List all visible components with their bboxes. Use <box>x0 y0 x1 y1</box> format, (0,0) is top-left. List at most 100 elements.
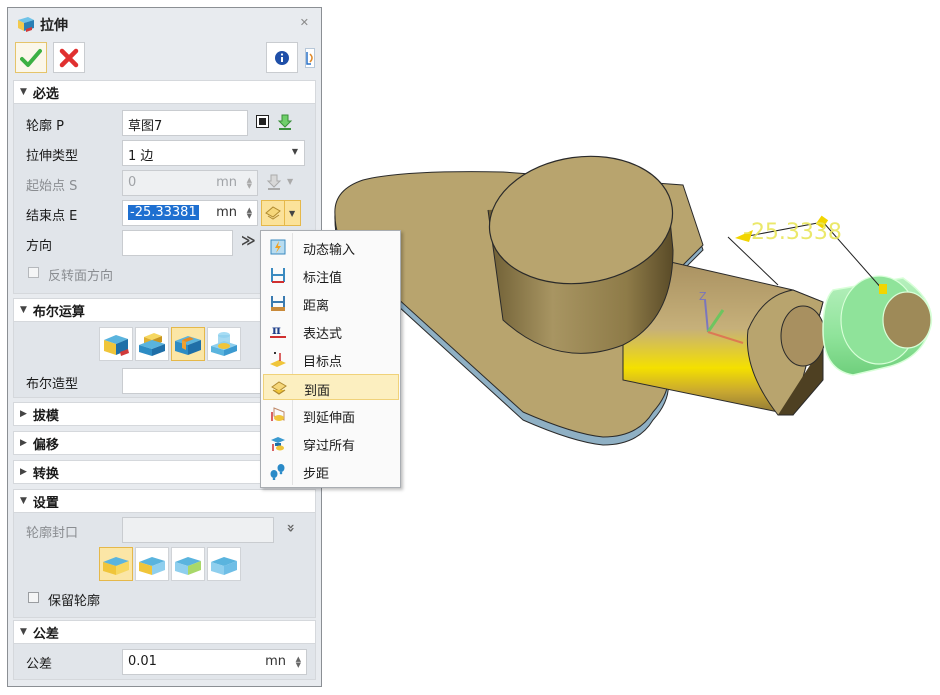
spinner-icon[interactable]: ▲ ▼ <box>296 656 301 669</box>
double-chevron-down-icon[interactable]: ≫ <box>241 233 256 249</box>
section-settings-body: 轮廓封口 » 保留轮廓 <box>13 513 316 618</box>
3d-viewport[interactable]: Z -25.3338 <box>323 0 940 695</box>
cap-start-button[interactable] <box>135 547 169 581</box>
tolerance-label: 公差 <box>26 657 53 672</box>
chevron-down-icon: ▼ <box>289 209 296 218</box>
help-side-button[interactable] <box>305 48 315 68</box>
section-tolerance: ▼ 公差 公差 0.01 mn ▲ ▼ <box>13 620 316 680</box>
boolean-subtract-icon <box>175 336 201 355</box>
select-copy-icon[interactable] <box>256 115 269 128</box>
expand-triangle-icon: ▼ <box>20 305 27 315</box>
help-book-icon <box>306 52 313 65</box>
end-option-dropdown[interactable]: ▼ <box>285 200 301 226</box>
step-footprints-icon <box>270 464 285 480</box>
profile-cap-input[interactable] <box>122 517 274 543</box>
section-settings-header[interactable]: ▼ 设置 <box>13 489 316 513</box>
collapse-triangle-icon: ▶ <box>20 438 27 448</box>
section-tolerance-body: 公差 0.01 mn ▲ ▼ <box>13 644 316 680</box>
collapse-triangle-icon: ▶ <box>20 409 27 419</box>
menu-item-label: 目标点 <box>303 355 343 370</box>
boolean-add-button[interactable] <box>135 327 169 361</box>
boolean-subtract-button[interactable] <box>171 327 205 361</box>
red-x-icon <box>59 48 79 67</box>
tolerance-input[interactable]: 0.01 mn ▲ ▼ <box>122 649 307 675</box>
section-settings: ▼ 设置 轮廓封口 » 保留轮廓 <box>13 489 316 618</box>
distance-icon <box>271 296 285 311</box>
tolerance-unit: mn <box>265 654 286 669</box>
spinner-icon[interactable]: ▲ ▼ <box>247 207 252 220</box>
section-tolerance-header[interactable]: ▼ 公差 <box>13 620 316 644</box>
section-title: 必选 <box>32 86 59 102</box>
expand-triangle-icon: ▼ <box>20 87 27 97</box>
cap-none-button[interactable] <box>207 547 241 581</box>
expand-triangle-icon: ▼ <box>20 627 27 637</box>
profile-cap-label: 轮廓封口 <box>26 526 79 541</box>
model-canvas[interactable]: Z <box>323 0 940 695</box>
start-point-option-icon[interactable] <box>265 173 283 191</box>
reverse-face-checkbox[interactable] <box>28 267 39 278</box>
direction-input[interactable] <box>122 230 233 256</box>
end-option-menu: 动态输入 标注值 距离 π 表达式 目标点 到面 到延伸面 穿过所有 步距 <box>260 230 401 488</box>
close-x-icon[interactable]: ✕ <box>300 16 309 29</box>
section-required-header[interactable]: ▼ 必选 <box>13 80 316 104</box>
boolean-add-icon <box>139 333 165 356</box>
menu-item-label: 表达式 <box>303 327 343 342</box>
boolean-shape-input[interactable] <box>122 368 262 394</box>
end-point-unit: mn <box>216 205 237 220</box>
dimension-value-icon <box>271 268 285 283</box>
ok-button[interactable] <box>15 42 47 73</box>
pick-download-icon[interactable] <box>276 113 294 131</box>
start-point-dropdown-icon[interactable]: ▼ <box>287 177 293 186</box>
start-point-row: 起始点 S 0 mn ▲ ▼ ▼ <box>14 170 315 196</box>
profile-row: 轮廓 P 草图7 <box>14 110 315 136</box>
section-title: 偏移 <box>32 437 59 453</box>
end-point-label: 结束点 E <box>26 209 78 224</box>
cap-both-button[interactable] <box>99 547 133 581</box>
start-point-input[interactable]: 0 mn ▲ ▼ <box>122 170 258 196</box>
tolerance-value: 0.01 <box>128 654 157 669</box>
keep-profile-label: 保留轮廓 <box>48 594 101 609</box>
menu-item-label: 到面 <box>304 384 331 399</box>
keep-profile-checkbox[interactable] <box>28 592 39 603</box>
start-point-label: 起始点 S <box>26 179 78 194</box>
dimension-handle <box>879 284 887 294</box>
section-title: 转换 <box>32 466 59 482</box>
menu-item-step[interactable]: 步距 <box>263 458 399 484</box>
cap-end-button[interactable] <box>171 547 205 581</box>
menu-item-label: 标注值 <box>303 271 343 286</box>
menu-item-distance[interactable]: 距离 <box>263 290 399 316</box>
menu-item-label: 穿过所有 <box>303 439 356 454</box>
extrude-type-value: 1 边 <box>128 149 154 164</box>
expression-pi-icon: π <box>270 323 286 338</box>
stub-cylinder <box>780 305 826 367</box>
preview-extrusion-end <box>882 291 932 349</box>
boolean-base-button[interactable] <box>99 327 133 361</box>
menu-item-expression[interactable]: π 表达式 <box>263 318 399 344</box>
info-button[interactable] <box>266 42 298 73</box>
to-face-icon <box>265 206 281 220</box>
profile-label: 轮廓 P <box>26 119 64 134</box>
menu-item-label: 步距 <box>303 467 330 482</box>
section-title: 公差 <box>32 626 59 642</box>
menu-item-to-extended-face[interactable]: 到延伸面 <box>263 402 399 428</box>
menu-item-through-all[interactable]: 穿过所有 <box>263 430 399 456</box>
panel-title: 拉伸 <box>40 18 68 34</box>
svg-text:π: π <box>272 323 281 337</box>
menu-item-to-face[interactable]: 到面 <box>263 374 399 400</box>
dimension-label[interactable]: -25.3338 <box>743 220 842 245</box>
extrude-type-row: 拉伸类型 1 边 ▼ <box>14 140 315 166</box>
menu-item-target-point[interactable]: 目标点 <box>263 346 399 372</box>
boolean-intersect-button[interactable] <box>207 327 241 361</box>
dynamic-input-icon <box>270 239 286 255</box>
section-title: 布尔运算 <box>32 304 85 320</box>
collapse-triangle-icon: ▶ <box>20 467 27 477</box>
menu-item-dynamic-input[interactable]: 动态输入 <box>263 234 399 260</box>
spinner-icon[interactable]: ▲ ▼ <box>247 177 252 190</box>
cancel-button[interactable] <box>53 42 85 73</box>
end-option-button[interactable] <box>261 200 285 226</box>
end-point-input[interactable]: -25.33381 mn ▲ ▼ <box>122 200 258 226</box>
profile-input[interactable]: 草图7 <box>122 110 248 136</box>
extrude-type-select[interactable]: 1 边 ▼ <box>122 140 305 166</box>
menu-item-dimension-value[interactable]: 标注值 <box>263 262 399 288</box>
double-chevron-down-icon[interactable]: » <box>283 523 299 532</box>
